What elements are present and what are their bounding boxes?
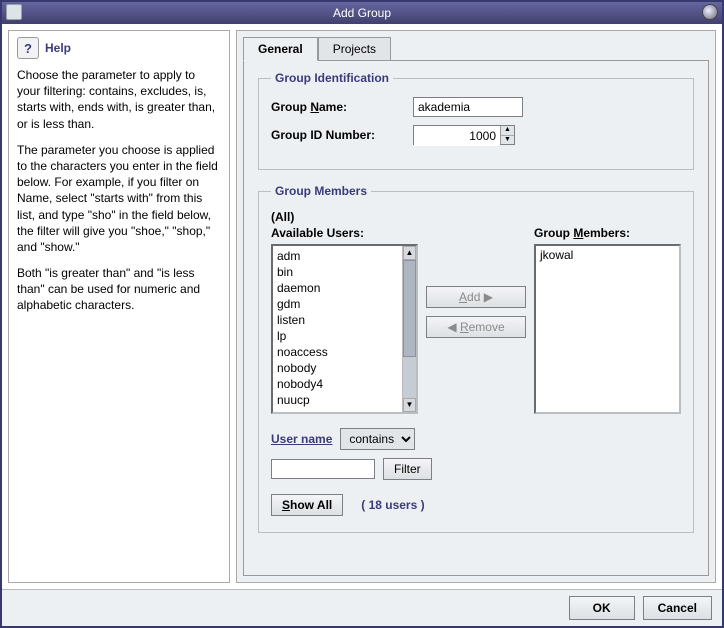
help-heading: Help	[45, 41, 71, 55]
remove-button[interactable]: ◀ Remove	[426, 316, 526, 338]
members-column: Group Members: jkowal	[534, 226, 681, 414]
help-text-1: Choose the parameter to apply to your fi…	[17, 67, 221, 132]
users-count: ( 18 users )	[361, 498, 424, 512]
ok-button[interactable]: OK	[569, 596, 635, 620]
group-id-input[interactable]	[414, 126, 500, 146]
group-name-row: Group Name:	[271, 97, 681, 117]
list-item[interactable]: nuucp	[277, 392, 398, 408]
tabs: General Projects	[243, 37, 709, 61]
filter-op-select[interactable]: contains	[340, 428, 415, 450]
tab-general[interactable]: General	[243, 37, 318, 61]
group-id-spinner[interactable]: ▲ ▼	[413, 125, 515, 145]
spinner-up-icon[interactable]: ▲	[501, 126, 514, 136]
titlebar[interactable]: Add Group	[2, 2, 722, 24]
spinner-buttons: ▲ ▼	[500, 126, 514, 144]
add-button[interactable]: Add ▶	[426, 286, 526, 308]
show-all-button[interactable]: Show All	[271, 494, 343, 516]
list-item[interactable]: adm	[277, 248, 398, 264]
tab-content: Group Identification Group Name: Group I…	[243, 60, 709, 576]
tab-projects[interactable]: Projects	[318, 37, 391, 61]
tab-general-label: General	[258, 42, 303, 56]
chevron-left-icon: ◀	[447, 320, 456, 334]
help-panel: ? Help Choose the parameter to apply to …	[8, 30, 230, 583]
cancel-button[interactable]: Cancel	[643, 596, 712, 620]
list-item[interactable]: nobody4	[277, 376, 398, 392]
list-item[interactable]: gdm	[277, 296, 398, 312]
available-users-items[interactable]: admbindaemongdmlistenlpnoaccessnobodynob…	[273, 246, 402, 412]
list-item[interactable]: jkowal	[540, 248, 675, 262]
group-members: Group Members (All) Available Users: adm…	[258, 184, 694, 533]
filter-button[interactable]: Filter	[383, 458, 432, 480]
members-grid: Available Users: admbindaemongdmlistenlp…	[271, 226, 681, 414]
dialog-footer: OK Cancel	[2, 589, 722, 626]
group-id-row: Group ID Number: ▲ ▼	[271, 125, 681, 145]
list-item[interactable]: daemon	[277, 280, 398, 296]
help-icon: ?	[17, 37, 39, 59]
window-title: Add Group	[333, 6, 391, 20]
help-text-2: The parameter you choose is applied to t…	[17, 142, 221, 255]
filter-value-input[interactable]	[271, 459, 375, 479]
scroll-down-icon[interactable]: ▼	[403, 398, 416, 412]
scrollbar-track[interactable]	[403, 260, 416, 398]
list-item[interactable]: listen	[277, 312, 398, 328]
available-label: Available Users:	[271, 226, 418, 240]
main-area: ? Help Choose the parameter to apply to …	[2, 24, 722, 589]
showall-row: Show All ( 18 users )	[271, 494, 681, 516]
current-members-list[interactable]: jkowal	[534, 244, 681, 414]
chevron-right-icon: ▶	[484, 290, 493, 304]
filter-field-row: User name contains	[271, 428, 681, 450]
window-body: ? Help Choose the parameter to apply to …	[2, 24, 722, 626]
all-label: (All)	[271, 210, 681, 224]
scrollbar-thumb[interactable]	[403, 260, 416, 357]
content-panel: General Projects Group Identification Gr…	[236, 30, 716, 583]
list-item[interactable]: bin	[277, 264, 398, 280]
add-group-window: Add Group ? Help Choose the parameter to…	[0, 0, 724, 628]
help-text-3: Both "is greater than" and "is less than…	[17, 265, 221, 314]
scrollbar[interactable]: ▲ ▼	[402, 246, 416, 412]
list-item[interactable]: nobody	[277, 360, 398, 376]
filter-field-label: User name	[271, 432, 332, 446]
app-icon	[6, 4, 22, 20]
current-members-label: Group Members:	[534, 226, 681, 240]
group-name-label: Group Name:	[271, 100, 401, 114]
help-header: ? Help	[17, 37, 221, 59]
spinner-down-icon[interactable]: ▼	[501, 136, 514, 145]
list-item[interactable]: noaccess	[277, 344, 398, 360]
available-column: Available Users: admbindaemongdmlistenlp…	[271, 226, 418, 414]
tab-projects-label: Projects	[333, 42, 376, 56]
list-item[interactable]: lp	[277, 328, 398, 344]
group-identification-legend: Group Identification	[271, 71, 393, 85]
close-icon[interactable]	[702, 4, 718, 20]
filter-value-row: Filter	[271, 458, 681, 480]
transfer-buttons: Add ▶ ◀ Remove	[426, 226, 526, 338]
group-id-label: Group ID Number:	[271, 128, 401, 142]
scroll-up-icon[interactable]: ▲	[403, 246, 416, 260]
available-users-list[interactable]: admbindaemongdmlistenlpnoaccessnobodynob…	[271, 244, 418, 414]
group-name-input[interactable]	[413, 97, 523, 117]
group-identification: Group Identification Group Name: Group I…	[258, 71, 694, 170]
group-members-legend: Group Members	[271, 184, 371, 198]
